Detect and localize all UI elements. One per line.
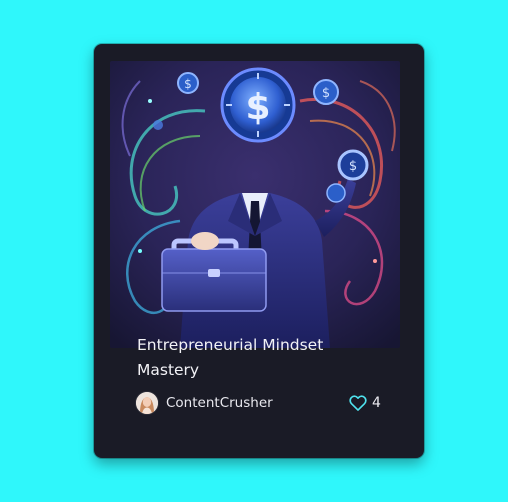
svg-text:$: $ (322, 86, 330, 101)
avatar[interactable] (136, 392, 158, 414)
svg-text:$: $ (184, 77, 192, 91)
heart-outline-icon[interactable] (348, 393, 368, 413)
author-name[interactable]: ContentCrusher (166, 395, 273, 411)
author-link[interactable]: ContentCrusher (136, 392, 273, 414)
like-count: 4 (372, 395, 381, 411)
post-card[interactable]: $ $ $ $ Entrepreneurial Mindset Mastery … (94, 44, 424, 458)
card-footer: ContentCrusher 4 (136, 392, 386, 416)
card-thumbnail[interactable]: $ $ $ $ (110, 61, 400, 348)
post-title[interactable]: Entrepreneurial Mindset Mastery (137, 333, 377, 383)
svg-text:$: $ (349, 159, 357, 174)
avatar-image (136, 392, 158, 414)
like-button[interactable]: 4 (348, 393, 381, 413)
svg-text:$: $ (245, 87, 270, 128)
businessman-illustration: $ $ $ $ (110, 61, 400, 348)
